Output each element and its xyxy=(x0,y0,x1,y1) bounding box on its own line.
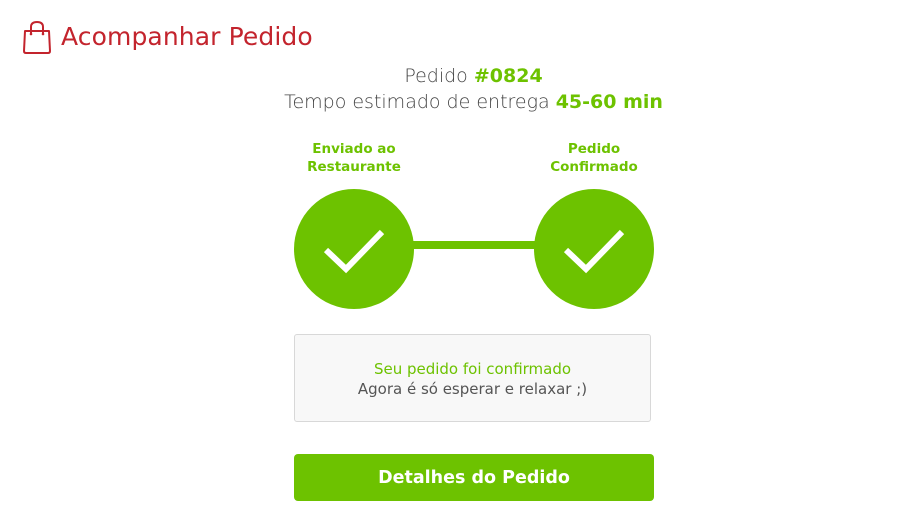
order-eta: 45-60 min xyxy=(555,91,663,113)
status-message-box: Seu pedido foi confirmado Agora é só esp… xyxy=(294,334,651,422)
order-tracking-page: Acompanhar Pedido Pedido #0824 Tempo est… xyxy=(0,0,917,520)
step-label: Enviado ao Restaurante xyxy=(307,141,401,175)
order-number: #0824 xyxy=(473,65,543,87)
step-label: Pedido Confirmado xyxy=(550,141,638,175)
step-done-circle xyxy=(294,189,414,309)
step-order-confirmed: Pedido Confirmado xyxy=(530,140,658,309)
order-details-button[interactable]: Detalhes do Pedido xyxy=(294,454,654,501)
check-icon xyxy=(323,229,385,274)
page-title: Acompanhar Pedido xyxy=(61,22,313,51)
page-header: Acompanhar Pedido xyxy=(22,20,313,54)
status-title: Seu pedido foi confirmado xyxy=(373,360,572,378)
order-number-prefix: Pedido xyxy=(404,65,474,87)
order-progress: Enviado ao Restaurante Pedido Confirmado xyxy=(290,140,658,312)
shopping-bag-icon xyxy=(22,20,52,54)
status-subtitle: Agora é só esperar e relaxar ;) xyxy=(357,380,588,398)
order-eta-line: Tempo estimado de entrega 45-60 min xyxy=(0,89,917,115)
step-sent-to-restaurant: Enviado ao Restaurante xyxy=(290,140,418,309)
step-done-circle xyxy=(534,189,654,309)
order-number-line: Pedido #0824 xyxy=(0,63,917,89)
order-eta-prefix: Tempo estimado de entrega xyxy=(284,91,556,113)
progress-connector xyxy=(412,241,536,249)
order-info: Pedido #0824 Tempo estimado de entrega 4… xyxy=(0,63,917,115)
check-icon xyxy=(563,229,625,274)
